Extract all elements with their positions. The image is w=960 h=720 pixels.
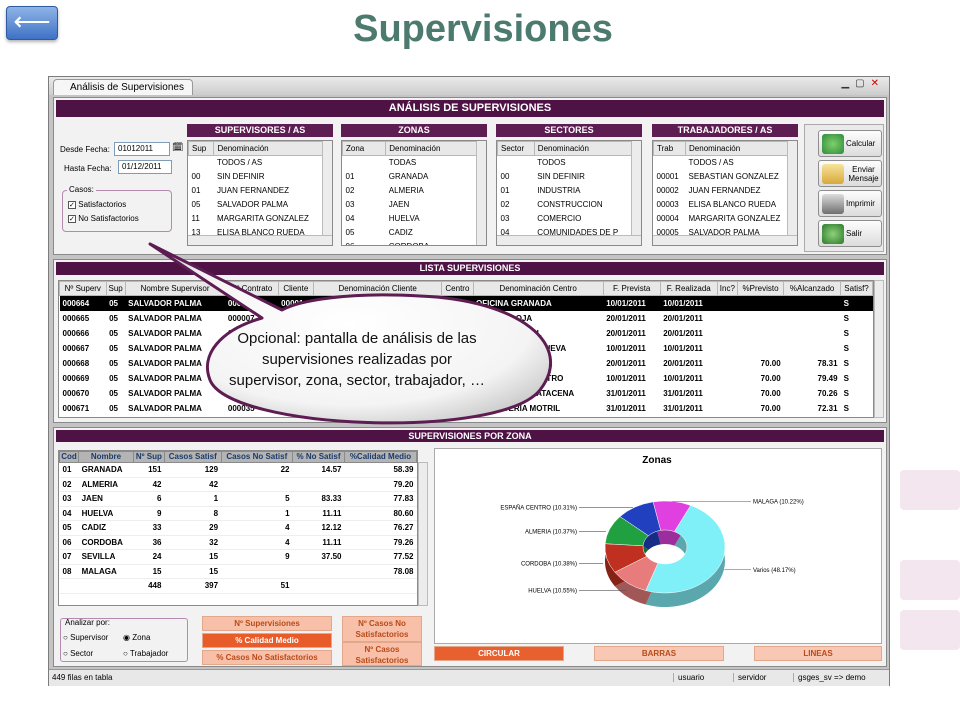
callout-text: Opcional: pantalla de análisis de las su… bbox=[229, 330, 485, 389]
